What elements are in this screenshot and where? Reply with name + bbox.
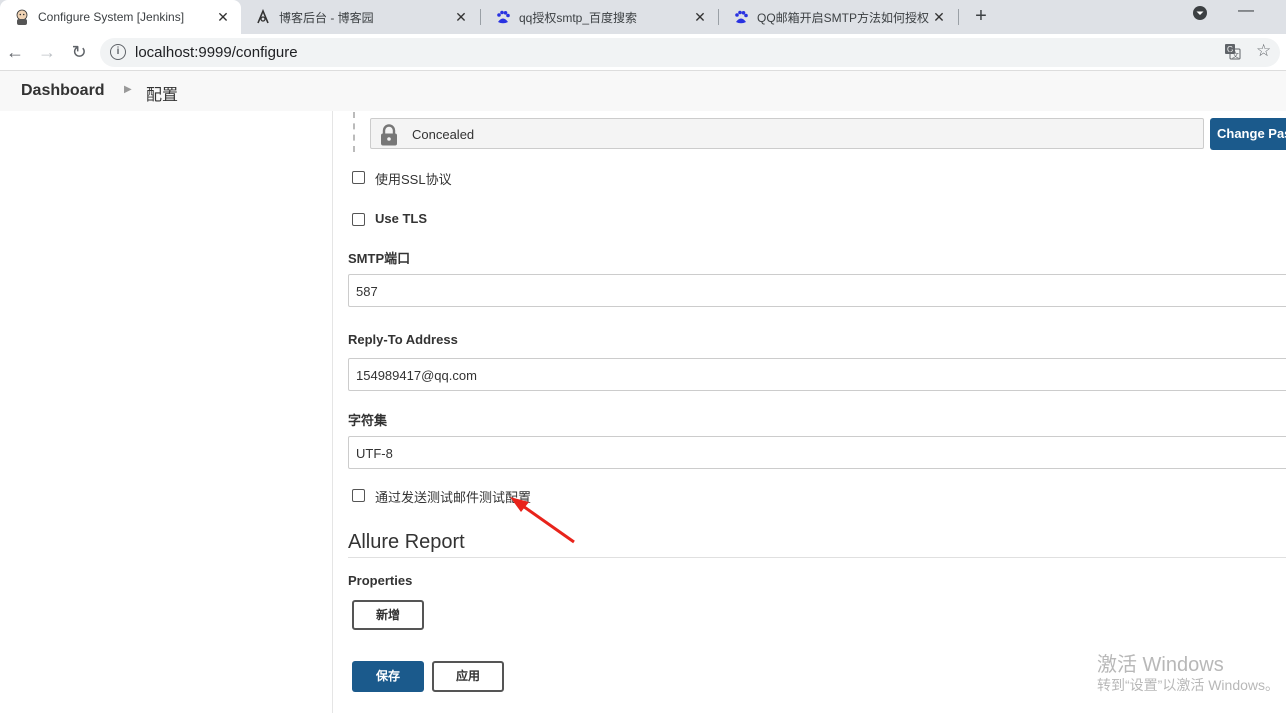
add-property-button[interactable]: 新增: [352, 600, 424, 630]
breadcrumb: Dashboard ▶ 配置: [0, 71, 1286, 111]
charset-label: 字符集: [348, 413, 388, 428]
tab-title: QQ邮箱开启SMTP方法如何授权: [757, 10, 930, 25]
cnblogs-icon: [255, 9, 271, 25]
allure-section-title: Allure Report: [348, 531, 465, 553]
nested-section-line: [353, 112, 355, 152]
minimize-button[interactable]: —: [1238, 2, 1254, 20]
save-button[interactable]: 保存: [352, 661, 424, 692]
tab-qq-smtp[interactable]: QQ邮箱开启SMTP方法如何授权 ✕: [719, 0, 957, 34]
lock-icon: [379, 124, 399, 149]
ssl-checkbox[interactable]: [352, 171, 365, 184]
tls-label: Use TLS: [375, 211, 428, 226]
breadcrumb-current[interactable]: 配置: [146, 81, 178, 105]
smtp-port-input[interactable]: 587: [348, 274, 1286, 307]
tab-title: Configure System [Jenkins]: [38, 10, 185, 24]
test-config-checkbox[interactable]: [352, 489, 365, 502]
forward-button[interactable]: →: [36, 41, 58, 63]
info-icon[interactable]: i: [110, 44, 126, 60]
browser-toolbar: ← → ↻ i localhost:9999/configure G文 ☆: [0, 34, 1286, 71]
new-tab-button[interactable]: +: [970, 5, 992, 27]
password-field[interactable]: Concealed: [370, 118, 1204, 149]
change-password-button[interactable]: Change Password: [1210, 118, 1286, 150]
tls-checkbox[interactable]: [352, 213, 365, 226]
tab-search-button[interactable]: [1192, 5, 1208, 26]
breadcrumb-dashboard[interactable]: Dashboard: [21, 82, 105, 100]
tab-baidu-search[interactable]: qq授权smtp_百度搜索 ✕: [481, 0, 718, 34]
activation-watermark-title: 激活 Windows: [1097, 654, 1224, 676]
activation-watermark-subtitle: 转到“设置”以激活 Windows。: [1097, 677, 1280, 693]
reply-to-input[interactable]: 154989417@qq.com: [348, 358, 1286, 391]
tab-configure-system[interactable]: Configure System [Jenkins] ✕: [0, 0, 241, 34]
translate-icon[interactable]: G文: [1224, 43, 1241, 64]
ssl-label: 使用SSL协议: [375, 172, 452, 187]
bookmark-star-icon[interactable]: ☆: [1256, 41, 1271, 61]
svg-text:文: 文: [1232, 51, 1239, 60]
tab-title: 博客后台 - 博客园: [279, 10, 374, 25]
smtp-port-label: SMTP端口: [348, 251, 411, 266]
address-bar[interactable]: i localhost:9999/configure G文 ☆: [100, 38, 1280, 67]
charset-input[interactable]: UTF-8: [348, 436, 1286, 469]
properties-label: Properties: [348, 573, 413, 588]
tab-separator: [958, 9, 959, 25]
sidebar-divider: [332, 111, 333, 713]
jenkins-icon: [14, 9, 30, 25]
reply-to-label: Reply-To Address: [348, 332, 458, 347]
apply-button[interactable]: 应用: [432, 661, 504, 692]
url-text: localhost:9999/configure: [135, 44, 298, 61]
close-icon[interactable]: ✕: [692, 9, 708, 26]
close-icon[interactable]: ✕: [453, 9, 469, 26]
close-icon[interactable]: ✕: [931, 9, 947, 26]
back-button[interactable]: ←: [4, 41, 26, 63]
annotation-arrow-icon: [510, 497, 575, 544]
tab-cnblogs[interactable]: 博客后台 - 博客园 ✕: [241, 0, 479, 34]
tab-strip: Configure System [Jenkins] ✕ 博客后台 - 博客园 …: [0, 0, 1286, 34]
password-value: Concealed: [412, 127, 475, 142]
reload-button[interactable]: ↻: [68, 41, 90, 63]
breadcrumb-separator-icon: ▶: [124, 84, 132, 95]
section-divider: [348, 557, 1286, 558]
tab-title: qq授权smtp_百度搜索: [519, 10, 638, 25]
baidu-icon: [733, 9, 749, 25]
close-icon[interactable]: ✕: [215, 9, 231, 26]
baidu-icon: [495, 9, 511, 25]
